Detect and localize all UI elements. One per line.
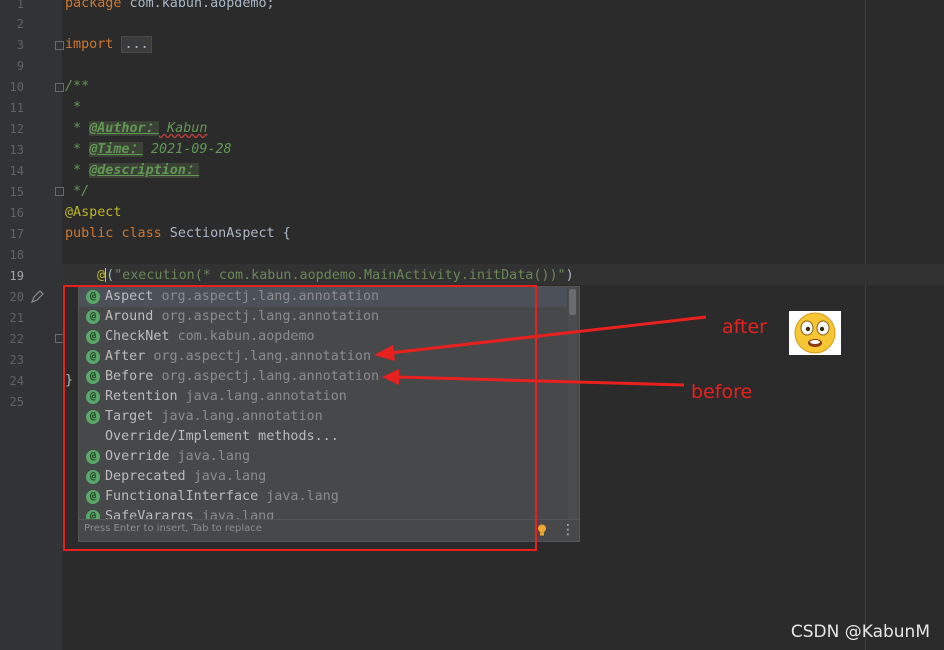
before-label: before	[691, 381, 753, 403]
shocked-emoji-icon	[789, 311, 841, 355]
arrow-before	[382, 369, 685, 387]
after-label: after	[722, 316, 767, 338]
watermark: CSDN @KabunM	[790, 622, 930, 642]
arrow-after	[374, 315, 707, 361]
